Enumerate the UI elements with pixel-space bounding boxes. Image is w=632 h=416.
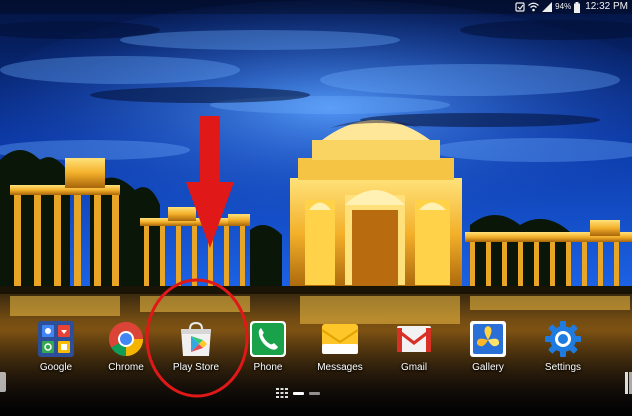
battery-percentage: 94% — [555, 2, 572, 11]
phone-icon — [250, 321, 286, 357]
left-edge-handle[interactable] — [0, 372, 6, 392]
app-gmail[interactable]: Gmail — [379, 312, 449, 382]
page-indicator — [276, 387, 320, 399]
messages-icon — [321, 324, 359, 354]
app-phone[interactable]: Phone — [233, 312, 303, 382]
home-screen: 94% 12:32 PM Google Chrome Play Store Ph… — [0, 0, 632, 416]
app-label: Gallery — [472, 362, 504, 373]
app-label: Phone — [253, 362, 283, 373]
play-store-icon — [181, 321, 211, 356]
app-settings[interactable]: Settings — [528, 312, 598, 382]
gallery-icon — [470, 321, 506, 357]
status-icons: 94% 12:32 PM — [515, 1, 628, 13]
status-bar: 94% 12:32 PM — [0, 0, 632, 14]
settings-icon — [545, 321, 581, 357]
battery-icon — [574, 1, 581, 13]
signal-icon — [542, 2, 553, 12]
app-label: Messages — [317, 362, 363, 373]
app-label: Settings — [544, 362, 582, 373]
wifi-icon — [528, 2, 540, 12]
chrome-icon — [109, 322, 143, 356]
app-chrome[interactable]: Chrome — [91, 312, 161, 382]
app-google[interactable]: Google — [21, 312, 91, 382]
app-label: Play Store — [172, 362, 220, 373]
page-dot-1[interactable] — [293, 391, 304, 395]
notification-icon — [515, 2, 525, 12]
page-dot-2[interactable] — [309, 391, 320, 395]
apps-grid-icon[interactable] — [276, 388, 288, 398]
app-gallery[interactable]: Gallery — [453, 312, 523, 382]
app-dock: Google Chrome Play Store Phone Messages … — [0, 312, 632, 382]
app-label: Gmail — [400, 362, 428, 373]
gmail-icon — [397, 326, 431, 352]
app-messages[interactable]: Messages — [305, 312, 375, 382]
app-label: Google — [39, 362, 73, 373]
app-play-store[interactable]: Play Store — [161, 312, 231, 382]
clock: 12:32 PM — [585, 1, 628, 12]
app-label: Chrome — [108, 362, 144, 373]
google-folder-icon — [38, 321, 74, 357]
right-edge-handle[interactable] — [624, 372, 632, 394]
